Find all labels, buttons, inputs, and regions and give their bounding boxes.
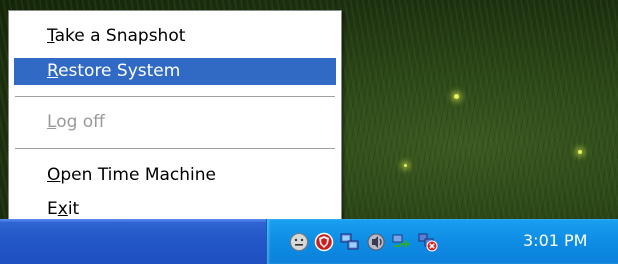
firefly-light — [404, 164, 407, 167]
taskbar: 3:01 PM — [0, 219, 618, 264]
desktop: Take a Snapshot Restore System Log off O… — [0, 0, 618, 264]
network-computers-icon[interactable] — [340, 232, 360, 252]
taskbar-clock[interactable]: 3:01 PM — [523, 231, 587, 250]
connection-transfer-icon[interactable] — [391, 232, 411, 252]
menu-separator — [15, 96, 335, 98]
smiley-face-icon[interactable] — [289, 232, 309, 252]
menu-item-restore-system[interactable]: Restore System — [14, 58, 336, 85]
network-disconnected-icon[interactable] — [418, 232, 438, 252]
menu-item-log-off: Log off — [47, 112, 105, 132]
tray-context-menu: Take a Snapshot Restore System Log off O… — [8, 10, 342, 232]
red-shield-icon[interactable] — [314, 232, 334, 252]
menu-item-open-time-machine[interactable]: Open Time Machine — [14, 162, 336, 189]
firefly-light — [454, 94, 459, 99]
volume-speaker-icon[interactable] — [366, 232, 386, 252]
menu-item-take-snapshot[interactable]: Take a Snapshot — [14, 23, 336, 50]
menu-separator — [15, 148, 335, 150]
firefly-light — [578, 150, 582, 154]
